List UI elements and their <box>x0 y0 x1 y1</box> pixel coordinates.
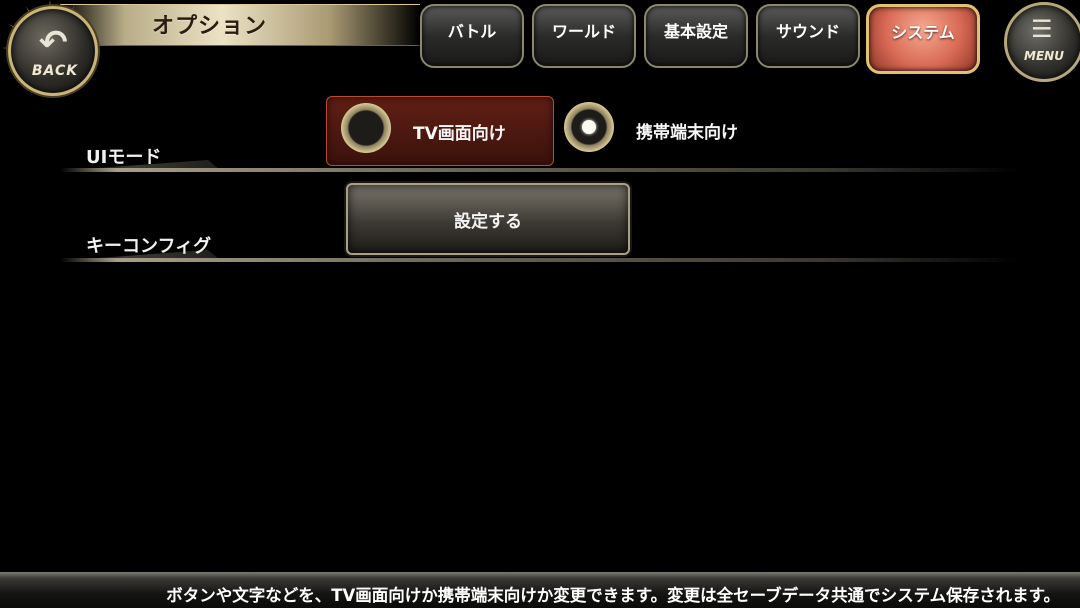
tab-world[interactable]: ワールド <box>532 4 636 68</box>
tab-label: 基本設定 <box>663 22 728 41</box>
ui-mode-label: UIモード <box>86 147 162 168</box>
radio-unselected-icon <box>341 103 391 153</box>
key-config-label: キーコンフィグ <box>86 236 212 257</box>
back-arrow-icon: ↶ <box>39 23 68 63</box>
tab-label: システム <box>891 23 955 42</box>
page-title: オプション <box>152 14 268 39</box>
tab-battle[interactable]: バトル <box>420 4 524 68</box>
back-button[interactable]: ↶ BACK <box>8 6 98 96</box>
radio-selected-icon <box>564 102 614 152</box>
tab-label: バトル <box>447 22 497 41</box>
option-tv-label: TV画面向け <box>413 124 506 144</box>
hamburger-menu-icon: ☰ <box>1031 15 1053 43</box>
row-divider <box>60 258 1020 262</box>
help-text: ボタンや文字などを、TV画面向けか携帯端末向けか変更できます。変更は全セーブデー… <box>166 586 1060 605</box>
tab-label: サウンド <box>775 22 840 41</box>
tab-label: ワールド <box>551 22 616 41</box>
row-divider <box>60 168 1020 172</box>
tab-system[interactable]: システム <box>866 4 980 74</box>
tab-basic-settings[interactable]: 基本設定 <box>644 4 748 68</box>
option-mobile-label: 携帯端末向け <box>636 123 738 143</box>
menu-button[interactable]: ☰ MENU <box>1004 2 1080 82</box>
radio-dot <box>582 120 596 134</box>
key-config-button-label: 設定する <box>454 212 522 232</box>
option-mobile-mode[interactable]: 携帯端末向け <box>560 96 800 164</box>
menu-label: MENU <box>1024 49 1064 63</box>
option-tv-mode[interactable]: TV画面向け <box>326 96 554 166</box>
tab-sound[interactable]: サウンド <box>756 4 860 68</box>
back-button-wrapper: ↶ BACK <box>0 0 120 110</box>
key-config-button[interactable]: 設定する <box>346 183 630 255</box>
help-bar: ボタンや文字などを、TV画面向けか携帯端末向けか変更できます。変更は全セーブデー… <box>0 572 1080 608</box>
back-label: BACK <box>31 63 79 79</box>
